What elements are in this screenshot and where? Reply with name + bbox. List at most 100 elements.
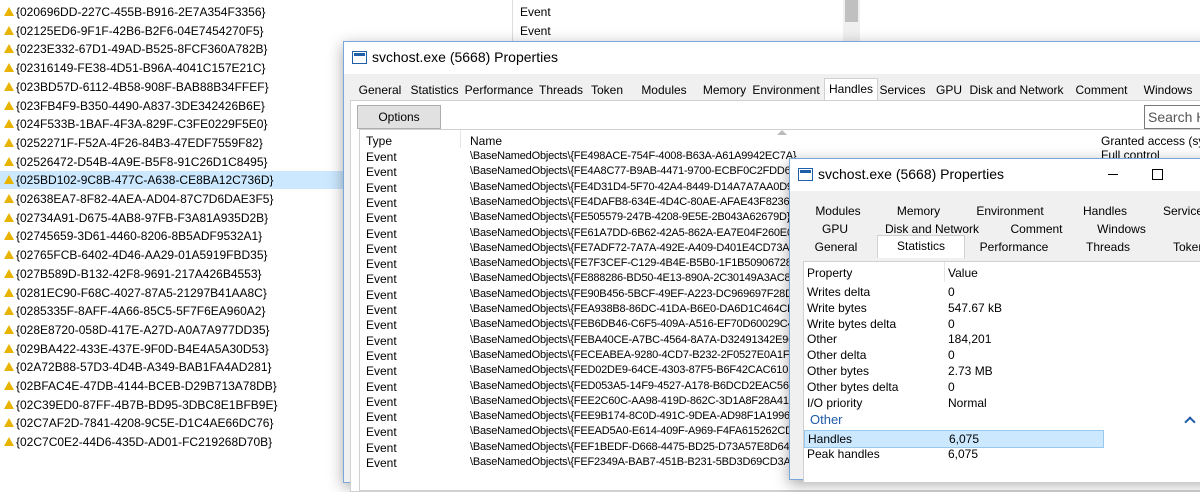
tab-services[interactable]: Services xyxy=(1146,201,1200,221)
tab-statistics[interactable]: Statistics xyxy=(877,235,965,258)
handle-type: Event xyxy=(366,180,397,195)
warning-icon xyxy=(4,381,14,390)
table-row[interactable]: Other bytes 2.73 MB xyxy=(804,363,1200,379)
warning-icon xyxy=(4,212,14,222)
list-item[interactable]: {02125ED6-9F1F-42B6-B2F6-04E7454270F5} Ev… xyxy=(0,22,860,40)
column-header-type[interactable]: Type xyxy=(366,134,392,148)
list-item-name: {024F533B-1BAF-4F3A-829F-C3FE0229F5E0} xyxy=(16,117,268,132)
tab-handles[interactable]: Handles xyxy=(824,78,878,101)
list-item-name: {02734A91-D675-4AB8-97FB-F3A81A935D2B} xyxy=(16,210,269,225)
tab-services[interactable]: Services xyxy=(876,80,929,100)
tab-gpu[interactable]: GPU xyxy=(795,219,875,239)
group-header-other[interactable]: Other xyxy=(810,412,843,427)
tab-statistics[interactable]: Statistics xyxy=(406,80,463,100)
warning-icon xyxy=(4,81,14,91)
tab-threads[interactable]: Threads xyxy=(535,80,587,100)
property-name: Other bytes delta xyxy=(807,379,899,394)
handle-name: \BaseNamedObjects\{FEB6DB46-C6F5-409A-A5… xyxy=(470,318,794,331)
handle-type: Event xyxy=(366,348,397,363)
tab-modules[interactable]: Modules xyxy=(795,201,881,221)
warning-icon xyxy=(4,137,14,147)
statistics-table[interactable]: Property Value Writes delta 0 Write bytes 5… xyxy=(803,261,1200,483)
warning-icon xyxy=(4,119,14,129)
list-item-name: {0281EC90-F68C-4027-87A5-21297B41AA8C} xyxy=(16,285,267,300)
tab-memory[interactable]: Memory xyxy=(701,80,748,100)
tab-token[interactable]: Token xyxy=(587,80,627,100)
tab-performance[interactable]: Performance xyxy=(963,237,1065,257)
window-icon xyxy=(352,51,367,64)
tab-modules[interactable]: Modules xyxy=(627,80,701,100)
handle-name: \BaseNamedObjects\{FEBA40CE-A7BC-4564-8A… xyxy=(470,333,795,346)
handle-type: Event xyxy=(366,211,397,226)
list-item-name: {020696DD-227C-455B-B916-2E7A354F3356} xyxy=(16,5,266,19)
tab-handles[interactable]: Handles xyxy=(1064,201,1146,221)
tab-windows[interactable]: Windows xyxy=(1139,80,1197,100)
column-header-granted-access[interactable]: Granted access (sym xyxy=(1101,134,1200,148)
chevron-up-icon[interactable] xyxy=(1184,416,1196,429)
tab-performance[interactable]: Performance xyxy=(463,80,535,100)
handle-name: \BaseNamedObjects\{FE505579-247B-4208-9E… xyxy=(470,211,791,224)
list-item-name: {0223E332-67D1-49AD-B525-8FCF360A782B} xyxy=(16,42,268,57)
tab-disk-and-network[interactable]: Disk and Network xyxy=(969,80,1064,100)
table-row[interactable]: Peak handles 6,075 xyxy=(804,446,1200,462)
tab-strip-row-1: ModulesMemoryEnvironmentHandlesServices xyxy=(795,201,1200,221)
tab-comment[interactable]: Comment xyxy=(989,219,1084,239)
title-bar[interactable]: svchost.exe (5668) Properties xyxy=(790,159,1200,191)
property-value: 0 xyxy=(948,285,955,299)
list-item-name: {02316149-FE38-4D51-B96A-4041C157E21C} xyxy=(16,61,266,76)
warning-icon xyxy=(4,175,14,185)
handle-name: \BaseNamedObjects\{FECEABEA-9280-4CD7-B2… xyxy=(470,348,796,361)
handle-name: \BaseNamedObjects\{FE4DAFB8-634E-4D4C-80… xyxy=(470,195,796,208)
property-name: Other xyxy=(807,332,838,347)
warning-icon xyxy=(4,156,14,166)
warning-icon xyxy=(4,250,14,260)
handle-name: \BaseNamedObjects\{FE61A7DD-6B62-42A5-86… xyxy=(470,226,793,239)
table-row[interactable]: I/O priority Normal xyxy=(804,395,1200,411)
column-separator xyxy=(944,262,945,282)
warning-icon xyxy=(4,100,14,110)
table-row[interactable]: Other delta 0 xyxy=(804,347,1200,363)
tab-general[interactable]: General xyxy=(354,80,406,100)
properties-window-statistics[interactable]: svchost.exe (5668) Properties Modules Mem… xyxy=(789,158,1200,483)
handle-name: \BaseNamedObjects\{FE7F3CEF-C129-4B4E-B5… xyxy=(470,257,792,270)
tab-environment[interactable]: Environment xyxy=(748,80,824,100)
column-header-name[interactable]: Name xyxy=(470,134,502,148)
tab-gpu[interactable]: GPU xyxy=(929,80,969,100)
options-button[interactable]: Options xyxy=(357,105,441,129)
table-row[interactable]: Other 184,201 xyxy=(804,331,1200,347)
property-value: 6,075 xyxy=(948,447,979,462)
table-row[interactable]: Write bytes delta 0 xyxy=(804,316,1200,332)
table-row[interactable]: Writes delta 0 xyxy=(804,284,1200,300)
handle-type: Event xyxy=(366,425,397,440)
tab-general[interactable]: General xyxy=(795,237,877,257)
search-input[interactable]: Search H xyxy=(1144,105,1200,129)
list-item-name: {029BA422-433E-437E-9F0D-B4E4A5A30D53} xyxy=(16,341,269,356)
list-item-name: {027B589D-B132-42F8-9691-217A426B4553} xyxy=(16,266,262,281)
property-name: Write bytes xyxy=(807,300,867,315)
window-icon xyxy=(798,168,813,181)
tab-memory[interactable]: Memory xyxy=(881,201,956,221)
tab-token[interactable]: Token xyxy=(1151,237,1200,257)
list-item-name: {02A72B88-57D3-4D4B-A349-BAB1FA4AD281} xyxy=(16,360,272,375)
list-item-type: Event xyxy=(520,23,551,38)
table-row[interactable]: Write bytes 547.67 kB xyxy=(804,300,1200,316)
list-item[interactable]: {020696DD-227C-455B-B916-2E7A354F3356} Ev… xyxy=(0,3,860,21)
table-row[interactable]: Other bytes delta 0 xyxy=(804,379,1200,395)
tab-strip: General Statistics Performance Threads Token… xyxy=(354,78,1200,101)
handle-type: Event xyxy=(366,150,397,164)
list-item-name: {023BD57D-6112-4B58-908F-BAB88B34FFEF} xyxy=(16,79,269,94)
column-header-property[interactable]: Property xyxy=(807,266,852,280)
handle-type: Event xyxy=(366,195,397,210)
property-name: Other delta xyxy=(807,348,867,363)
title-bar[interactable]: svchost.exe (5668) Properties xyxy=(344,42,1200,74)
handle-name: \BaseNamedObjects\{FE498ACE-754F-4008-B6… xyxy=(470,150,797,162)
handle-type: Event xyxy=(366,272,397,287)
handle-type: Event xyxy=(366,226,397,241)
maximize-icon[interactable] xyxy=(1152,169,1163,180)
tab-comment[interactable]: Comment xyxy=(1064,80,1139,100)
tab-threads[interactable]: Threads xyxy=(1065,237,1151,257)
tab-windows[interactable]: Windows xyxy=(1084,219,1159,239)
warning-icon xyxy=(4,231,14,241)
tab-environment[interactable]: Environment xyxy=(956,201,1064,221)
minimize-icon[interactable] xyxy=(1108,174,1118,175)
